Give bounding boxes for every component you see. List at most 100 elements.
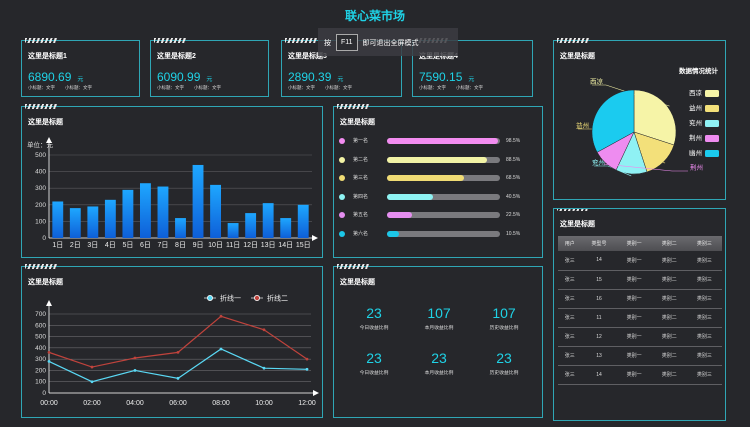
legend-label: 西凉 xyxy=(689,88,703,97)
rank-progress-track xyxy=(387,138,500,144)
legend-swatch xyxy=(705,105,719,112)
stat-card-subtitles: 小标题：文字 小标题：文字 xyxy=(288,85,352,90)
table-cell: 类别一 xyxy=(616,327,652,347)
table-header-row: 用户 类型号 类别一 类别二 类别三 xyxy=(558,236,722,251)
x-tick-label: 00:00 xyxy=(40,400,58,407)
rank-label: 第五名 xyxy=(353,212,369,218)
bar xyxy=(297,204,309,238)
x-tick-label: 12日 xyxy=(243,241,258,249)
table-cell: 张三 xyxy=(558,346,582,366)
rank-dot-icon xyxy=(339,230,345,237)
ranking-row: 第二名 88.5% xyxy=(339,156,529,164)
pie-slice-label: 益州 xyxy=(576,121,589,130)
legend-label: 折线二 xyxy=(267,294,288,303)
series-point xyxy=(176,350,180,354)
y-tick-label: 300 xyxy=(35,356,46,363)
rank-progress-track xyxy=(387,175,500,181)
table-cell: 15 xyxy=(581,270,617,290)
app-title: 联心菜市场 xyxy=(344,9,405,23)
table-cell: 类别二 xyxy=(651,365,687,385)
table-row: 张三 16 类别一 类别二 类别三 xyxy=(558,289,722,309)
kpi-label: 历史收益比例 xyxy=(489,371,519,376)
table-cell: 类别二 xyxy=(651,289,687,309)
legend-label: 幽州 xyxy=(689,148,702,157)
table-cell: 张三 xyxy=(558,251,582,271)
rank-progress-fill xyxy=(387,156,487,163)
series-point xyxy=(262,328,266,332)
table-cell: 13 xyxy=(581,346,617,366)
rank-progress-track xyxy=(387,156,500,163)
bar xyxy=(139,183,151,238)
f11-key-badge: F11 xyxy=(336,34,358,51)
pie-chart: 数据情况统计西凉益州兖州荆州西凉益州兖州荆州幽州 xyxy=(576,66,719,177)
table-cell: 类别三 xyxy=(686,289,722,309)
y-tick-label: 500 xyxy=(35,152,46,159)
fullscreen-hint: 按 F11 即可退出全屏模式 xyxy=(324,34,419,51)
rank-progress-fill xyxy=(387,230,399,237)
ranking-row: 第三名 68.5% xyxy=(339,174,529,182)
kpi-item: 23 历史收益比例 xyxy=(474,350,534,376)
rank-dot-icon xyxy=(339,193,345,200)
bar xyxy=(122,189,134,238)
panel-title: 这里是标题 xyxy=(560,221,595,228)
table-row: 张三 13 类别一 类别二 类别三 xyxy=(558,346,722,366)
stat-card-1: 这里是标题1 6890.69 元 小标题：文字 小标题：文字 xyxy=(21,38,140,97)
table-cell: 12 xyxy=(581,327,617,347)
kpi-value: 23 xyxy=(366,305,382,321)
table-cell: 类别三 xyxy=(686,251,722,271)
pie-slice-label: 西凉 xyxy=(590,77,604,86)
rank-progress-fill xyxy=(387,212,413,218)
x-tick-label: 13日 xyxy=(261,241,276,249)
table-cell: 张三 xyxy=(558,289,582,309)
kpi-label: 历史收益比例 xyxy=(489,326,519,331)
x-tick-label: 8日 xyxy=(175,241,186,249)
kpi-item: 23 今日收益比例 xyxy=(344,305,404,331)
rank-percent: 22.5% xyxy=(506,212,521,218)
x-tick-label: 6日 xyxy=(140,241,151,249)
ranking-row: 第一名 98.5% xyxy=(339,137,529,145)
x-tick-label: 3日 xyxy=(87,241,98,249)
x-tick-label: 15日 xyxy=(296,241,311,249)
data-table: 用户 类型号 类别一 类别二 类别三 张三 14 类别一 类别二 类别三 张三 15 类别一 类别二 类别三… xyxy=(558,236,722,385)
x-tick-label: 9日 xyxy=(193,241,204,249)
stat-card-title: 这里是标题2 xyxy=(157,53,196,60)
kpi-label: 本月收益比例 xyxy=(424,371,454,376)
bar xyxy=(175,218,186,238)
series-point xyxy=(219,314,223,318)
table-cell: 类别三 xyxy=(686,308,722,328)
table-row: 张三 14 类别一 类别二 类别三 xyxy=(558,365,722,385)
ranking-row: 第五名 22.5% xyxy=(339,211,529,219)
table-cell: 类别一 xyxy=(616,270,652,290)
panel-tab-decoration xyxy=(337,264,369,269)
x-tick-label: 14日 xyxy=(278,241,293,249)
rank-percent: 98.5% xyxy=(506,138,521,144)
y-tick-label: 300 xyxy=(35,185,46,192)
x-tick-label: 02:00 xyxy=(83,400,101,407)
bar-chart: 单位：元01002003004005001日 2日 3日 4日 5日 6日 7日 8日 9日 10… xyxy=(27,137,318,249)
kpi-value: 107 xyxy=(427,305,451,321)
kpi-item: 23 本月收益比例 xyxy=(409,350,469,376)
table-row: 张三 14 类别一 类别二 类别三 xyxy=(558,251,722,271)
rank-dot-icon xyxy=(339,138,345,144)
panel-title: 这里是标题 xyxy=(340,279,375,286)
x-axis-arrow xyxy=(313,390,319,396)
series-point xyxy=(47,360,51,363)
pie-title: 数据情况统计 xyxy=(679,66,719,75)
bar xyxy=(245,213,257,238)
rank-label: 第二名 xyxy=(353,156,369,163)
y-tick-label: 200 xyxy=(35,202,46,209)
bar xyxy=(157,186,169,238)
stat-card-value: 2890.39 元 xyxy=(288,70,344,84)
table-cell: 类别一 xyxy=(616,308,652,328)
panel-tab-decoration xyxy=(337,104,369,109)
kpi-value: 107 xyxy=(492,305,516,321)
table-header-cell: 类别一 xyxy=(616,236,652,251)
series-point xyxy=(305,357,309,361)
table-panel: 这里是标题 用户 类型号 类别一 类别二 类别三 张三 14 类别一 类别二 类别三 张三 15 类别一… xyxy=(553,208,726,421)
series-point xyxy=(47,350,51,354)
fullscreen-hint-suffix: 即可退出全屏模式 xyxy=(362,39,419,47)
stat-card-value: 6090.99 元 xyxy=(157,70,213,84)
bar xyxy=(210,184,222,238)
y-tick-label: 500 xyxy=(35,334,46,341)
table-cell: 张三 xyxy=(558,327,582,347)
